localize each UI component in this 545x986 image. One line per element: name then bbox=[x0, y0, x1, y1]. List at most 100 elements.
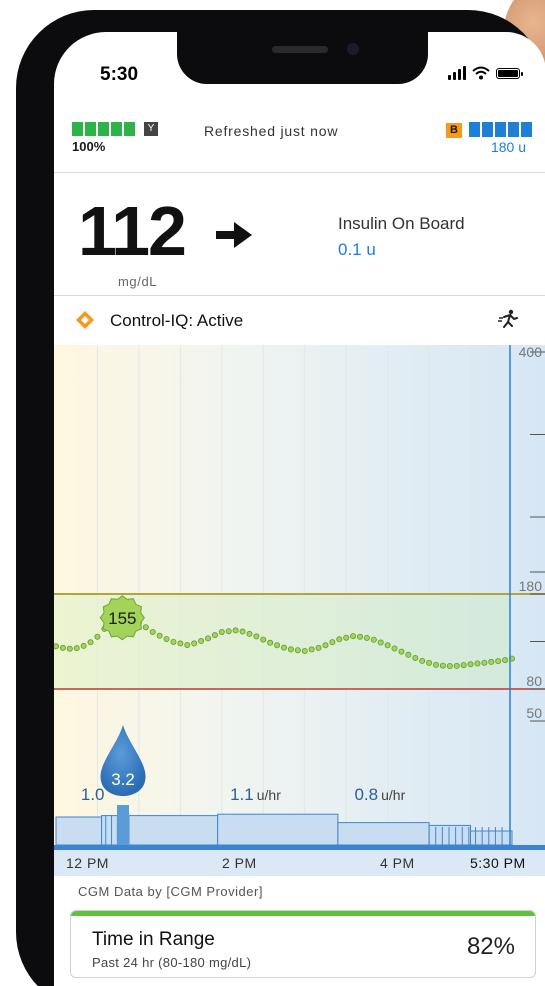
cgm-reading-dot bbox=[495, 658, 502, 665]
control-iq-icon bbox=[76, 311, 94, 329]
cgm-reading-dot bbox=[87, 639, 94, 646]
cgm-reading-dot bbox=[156, 632, 163, 639]
time-in-range-title: Time in Range bbox=[92, 929, 215, 950]
cgm-reading-dot bbox=[460, 662, 467, 669]
cgm-reading-dot bbox=[467, 661, 474, 668]
x-tick-label: 12 PM bbox=[66, 855, 109, 871]
cgm-reading-dot bbox=[481, 659, 488, 666]
bolus-bar bbox=[117, 805, 130, 845]
y-tick-label: 400 bbox=[519, 345, 543, 360]
x-tick-label: 4 PM bbox=[380, 855, 415, 871]
glucose-panel[interactable]: 112 mg/dL Insulin On Board 0.1 u bbox=[54, 174, 545, 296]
front-camera bbox=[347, 43, 359, 55]
cgm-reading-dot bbox=[54, 643, 59, 650]
y-tick-label: 80 bbox=[526, 673, 542, 689]
antenna-icon: Y bbox=[144, 122, 158, 136]
cgm-reading-dot bbox=[204, 635, 211, 642]
arrow-right-icon bbox=[216, 222, 252, 248]
speaker-grille bbox=[272, 46, 328, 53]
cgm-reading-dot bbox=[59, 644, 66, 651]
cgm-reading-dot bbox=[246, 630, 253, 637]
app-screen: 5:30 Y 100% Refreshed just now B 180 u 1… bbox=[54, 32, 545, 986]
chart-x-axis: 12 PM 2 PM 4 PM 5:30 PM bbox=[54, 850, 545, 876]
cgm-reading-dot bbox=[391, 645, 398, 652]
control-iq-status: Control-IQ: Active bbox=[110, 311, 244, 330]
cgm-reading-dot bbox=[453, 662, 460, 669]
wifi-icon bbox=[472, 66, 490, 80]
cgm-reading-dot bbox=[322, 642, 329, 649]
basal-segment bbox=[337, 822, 430, 846]
cgm-reading-dot bbox=[80, 642, 87, 649]
phone-frame: 5:30 Y 100% Refreshed just now B 180 u 1… bbox=[16, 10, 545, 986]
glucose-chart[interactable]: 4001808050 1.0 1.1 u/hr 0.8 u/hr3.2 155 bbox=[54, 345, 545, 850]
time-in-range-subtitle: Past 24 hr (80-180 mg/dL) bbox=[92, 955, 252, 970]
cgm-reading-dot bbox=[384, 642, 391, 649]
bolus-value: 3.2 bbox=[111, 770, 135, 789]
cgm-reading-dot bbox=[66, 645, 73, 652]
cgm-reading-dot bbox=[315, 644, 322, 651]
cgm-reading-dot bbox=[94, 633, 101, 640]
time-in-range-percent: 82% bbox=[466, 933, 515, 960]
refresh-status: Refreshed just now bbox=[204, 123, 339, 139]
cgm-reading-dot bbox=[184, 641, 191, 648]
cgm-reading-dot bbox=[301, 647, 308, 654]
pump-badge: B bbox=[446, 123, 462, 138]
pump-insulin-units: 180 u bbox=[490, 139, 526, 155]
glucose-unit: mg/dL bbox=[118, 274, 158, 289]
cgm-reading-dot bbox=[239, 628, 246, 635]
cgm-reading-dot bbox=[191, 640, 198, 647]
cgm-reading-dot bbox=[280, 644, 287, 651]
cgm-reading-dot bbox=[446, 662, 453, 669]
cgm-reading-dot bbox=[253, 633, 260, 640]
status-icons bbox=[448, 66, 523, 80]
control-iq-bar[interactable]: Control-IQ: Active bbox=[54, 297, 545, 345]
cgm-reading-dot bbox=[474, 660, 481, 667]
cgm-reading-dot bbox=[170, 638, 177, 645]
cgm-reading-dot bbox=[377, 639, 384, 646]
cgm-reading-dot bbox=[356, 633, 363, 640]
cgm-reading-dot bbox=[287, 646, 294, 653]
cgm-reading-dot bbox=[363, 634, 370, 641]
cgm-reading-dot bbox=[329, 639, 336, 646]
phone-notch bbox=[177, 32, 428, 84]
exercise-icon[interactable] bbox=[498, 309, 518, 331]
phone-battery-icon bbox=[72, 122, 135, 136]
cgm-reading-dot bbox=[149, 628, 156, 635]
status-header: Y 100% Refreshed just now B 180 u bbox=[54, 115, 545, 173]
y-tick-label: 180 bbox=[519, 578, 543, 594]
basal-segment bbox=[470, 830, 513, 846]
x-tick-label: 2 PM bbox=[222, 855, 257, 871]
pump-insulin-icon bbox=[469, 122, 532, 137]
cgm-reading-dot bbox=[177, 640, 184, 647]
cgm-reading-dot bbox=[426, 659, 433, 666]
cgm-reading-dot bbox=[419, 657, 426, 664]
cgm-reading-dot bbox=[488, 658, 495, 665]
cgm-reading-dot bbox=[218, 628, 225, 635]
basal-segment bbox=[217, 813, 339, 846]
cgm-reading-dot bbox=[398, 648, 405, 655]
cgm-reading-dot bbox=[267, 639, 274, 646]
iob-label: Insulin On Board bbox=[338, 214, 465, 233]
cgm-reading-dot bbox=[142, 624, 149, 631]
status-time: 5:30 bbox=[100, 64, 139, 85]
cgm-reading-dot bbox=[336, 636, 343, 643]
cgm-reading-dot bbox=[274, 642, 281, 649]
iob-value: 0.1 u bbox=[338, 240, 376, 259]
cgm-reading-dot bbox=[73, 645, 80, 652]
basal-segment bbox=[125, 815, 219, 846]
glucose-value: 112 bbox=[78, 192, 187, 270]
time-in-range-bar bbox=[71, 911, 535, 916]
cgm-reading-dot bbox=[294, 647, 301, 654]
time-in-range-card[interactable]: Time in Range Past 24 hr (80-180 mg/dL) … bbox=[70, 910, 536, 978]
cgm-reading-dot bbox=[405, 651, 412, 658]
cgm-reading-dot bbox=[232, 627, 239, 634]
cgm-reading-dot bbox=[350, 633, 357, 640]
glucose-callout-value: 155 bbox=[108, 609, 136, 628]
cgm-reading-dot bbox=[225, 628, 232, 635]
cgm-reading-dot bbox=[439, 662, 446, 669]
cgm-reading-dot bbox=[502, 657, 509, 664]
cgm-source: CGM Data by [CGM Provider] bbox=[78, 884, 263, 899]
x-tick-label-now: 5:30 PM bbox=[470, 855, 526, 871]
cgm-reading-dot bbox=[412, 654, 419, 661]
phone-battery-percent: 100% bbox=[72, 139, 106, 154]
